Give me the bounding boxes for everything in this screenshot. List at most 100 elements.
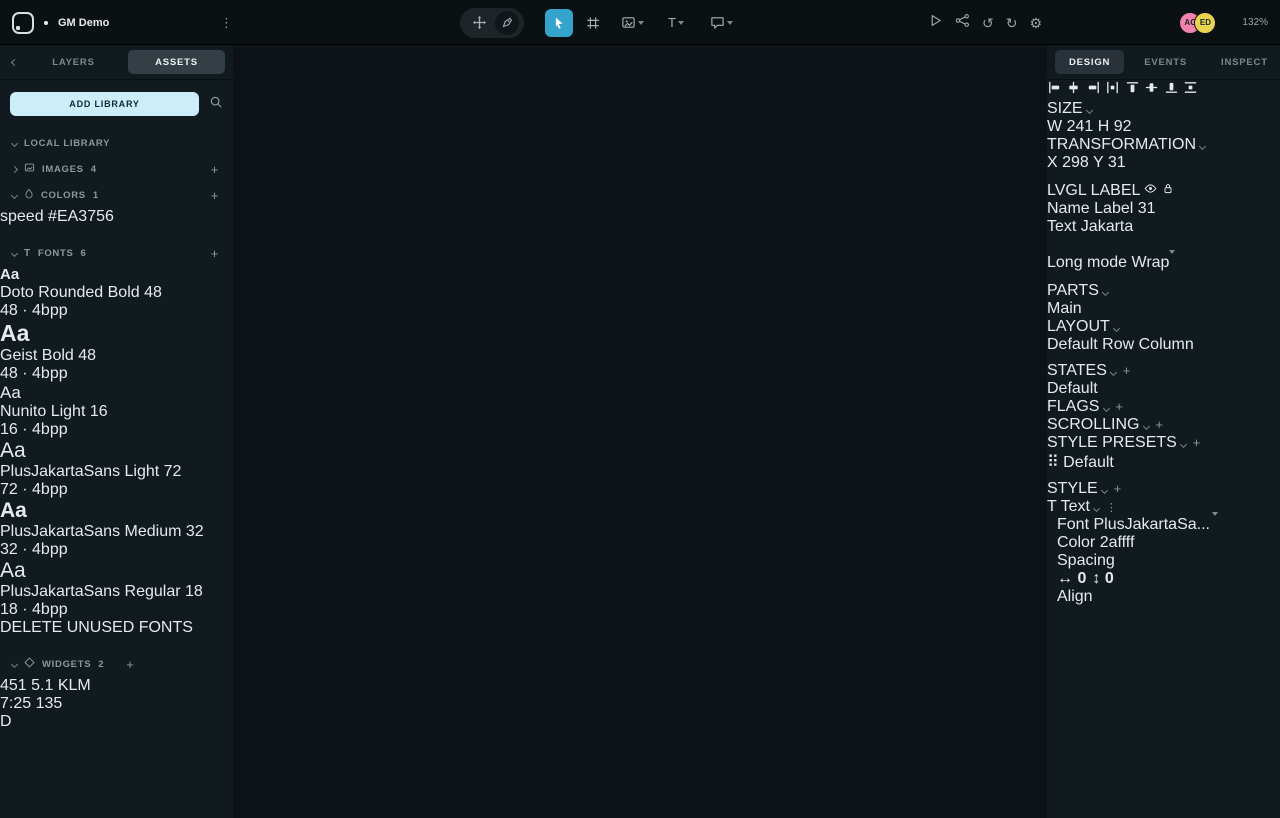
- width-input[interactable]: W 241: [1047, 118, 1098, 135]
- height-input[interactable]: H 92: [1098, 118, 1132, 135]
- avatar[interactable]: ED: [1194, 12, 1216, 34]
- style-color-input[interactable]: 2affff: [1100, 534, 1135, 551]
- add-flag-button[interactable]: +: [1113, 399, 1125, 414]
- section-widgets[interactable]: WIDGETS 2 +: [0, 651, 233, 677]
- section-local-library[interactable]: LOCAL LIBRARY: [0, 130, 233, 156]
- section-style-presets[interactable]: STYLE PRESETS +: [1047, 434, 1280, 452]
- pen-tool-icon[interactable]: [495, 11, 519, 35]
- style-group-text[interactable]: T Text ⋮: [1047, 498, 1280, 516]
- align-left-icon[interactable]: [1047, 82, 1062, 99]
- font-preview: Aa: [0, 320, 29, 346]
- add-style-preset-button[interactable]: +: [1191, 435, 1203, 450]
- section-transformation[interactable]: TRANSFORMATION: [1047, 136, 1280, 154]
- layout-option-column[interactable]: Column: [1139, 336, 1194, 353]
- section-flags[interactable]: FLAGS +: [1047, 398, 1280, 416]
- font-item[interactable]: Aa PlusJakartaSans Medium 32 32 · 4bpp: [0, 499, 233, 559]
- back-chevron-icon[interactable]: [11, 58, 18, 65]
- align-center-vertical-icon[interactable]: [1144, 82, 1159, 99]
- tab-inspect[interactable]: INSPECT: [1207, 50, 1280, 74]
- color-item-speed[interactable]: speed #EA3756: [0, 208, 233, 226]
- style-preset-default[interactable]: ⠿ Default: [1047, 452, 1280, 472]
- comment-tool-icon[interactable]: [701, 9, 741, 37]
- state-default[interactable]: Default: [1047, 380, 1280, 398]
- drag-handle-icon[interactable]: ⠿: [1047, 454, 1059, 471]
- tab-design[interactable]: DESIGN: [1055, 50, 1124, 74]
- align-center-horizontal-icon[interactable]: [1066, 82, 1081, 99]
- section-images[interactable]: IMAGES 4 +: [0, 156, 233, 182]
- width-value: 241: [1067, 118, 1094, 135]
- section-states[interactable]: STATES +: [1047, 362, 1280, 380]
- font-name: Geist Bold 48: [0, 347, 233, 365]
- letter-spacing-input[interactable]: ↔ 0: [1057, 570, 1086, 588]
- font-item[interactable]: Aa Doto Rounded Bold 48 48 · 4bpp: [0, 266, 233, 320]
- widget-card-gauge-2[interactable]: 7:25 135 D: [0, 695, 233, 731]
- long-mode-dropdown[interactable]: Wrap: [1132, 254, 1176, 271]
- line-spacing-input[interactable]: ↕ 0: [1092, 570, 1113, 588]
- x-input[interactable]: X 298: [1047, 154, 1093, 171]
- font-meta: 16 · 4bpp: [0, 421, 233, 439]
- section-scrolling[interactable]: SCROLLING +: [1047, 416, 1280, 434]
- add-image-button[interactable]: +: [209, 162, 221, 177]
- align-right-icon[interactable]: [1086, 82, 1101, 99]
- text-input[interactable]: Jakarta: [1081, 218, 1133, 235]
- share-icon[interactable]: [955, 13, 970, 33]
- section-fonts[interactable]: T FONTS 6 +: [0, 240, 233, 266]
- section-style[interactable]: STYLE +: [1047, 480, 1280, 498]
- eye-icon[interactable]: [1144, 182, 1157, 199]
- distribute-vertical-icon[interactable]: [1183, 82, 1198, 99]
- gauge-value: 451: [0, 677, 27, 694]
- select-tool-icon[interactable]: [545, 9, 573, 37]
- delete-unused-fonts-button[interactable]: DELETE UNUSED FONTS: [0, 619, 233, 637]
- y-input[interactable]: Y 31: [1093, 154, 1126, 171]
- add-scrolling-button[interactable]: +: [1153, 417, 1165, 432]
- play-button[interactable]: [928, 13, 943, 33]
- part-chip-main[interactable]: Main: [1047, 300, 1082, 317]
- image-tool-icon[interactable]: [613, 9, 651, 37]
- lock-icon[interactable]: [1162, 182, 1174, 199]
- line-spacing-icon: ↕: [1092, 570, 1100, 587]
- section-size[interactable]: SIZE: [1047, 100, 1280, 118]
- search-icon[interactable]: [209, 95, 223, 114]
- settings-gear-icon[interactable]: ⚙: [1029, 16, 1042, 30]
- widget-card-gauge-1[interactable]: 451 5.1 KLM: [0, 677, 233, 695]
- name-input[interactable]: Label 31: [1094, 200, 1155, 217]
- add-style-button[interactable]: +: [1112, 481, 1124, 496]
- add-state-button[interactable]: +: [1121, 363, 1133, 378]
- font-item[interactable]: Aa Nunito Light 16 16 · 4bpp: [0, 383, 233, 439]
- section-label: SCROLLING: [1047, 416, 1139, 433]
- distribute-horizontal-icon[interactable]: [1105, 82, 1120, 99]
- text-tool-icon[interactable]: T: [657, 9, 695, 37]
- section-layout[interactable]: LAYOUT: [1047, 318, 1280, 336]
- font-preview: Aa: [0, 266, 19, 283]
- font-item[interactable]: Aa PlusJakartaSans Regular 18 18 · 4bpp: [0, 559, 233, 619]
- move-tool-icon[interactable]: [465, 9, 493, 37]
- chevron-down-icon[interactable]: [678, 21, 684, 25]
- align-top-icon[interactable]: [1125, 82, 1140, 99]
- tab-events[interactable]: EVENTS: [1130, 50, 1201, 74]
- font-item[interactable]: Aa Geist Bold 48 48 · 4bpp: [0, 320, 233, 383]
- tab-layers[interactable]: LAYERS: [25, 50, 122, 74]
- tab-assets[interactable]: ASSETS: [128, 50, 225, 74]
- style-font-dropdown[interactable]: PlusJakartaSa...: [1093, 516, 1218, 533]
- section-colors[interactable]: COLORS 1 +: [0, 182, 233, 208]
- sync-icon[interactable]: ↻: [1006, 16, 1018, 30]
- history-icon[interactable]: ↺: [982, 16, 994, 30]
- font-item[interactable]: Aa PlusJakartaSans Light 72 72 · 4bpp: [0, 439, 233, 499]
- app-logo[interactable]: [12, 12, 34, 34]
- add-color-button[interactable]: +: [209, 188, 221, 203]
- chevron-down-icon[interactable]: [638, 21, 644, 25]
- section-parts[interactable]: PARTS: [1047, 282, 1280, 300]
- align-bottom-icon[interactable]: [1164, 82, 1179, 99]
- add-library-button[interactable]: ADD LIBRARY: [10, 92, 199, 116]
- layout-option-row[interactable]: Row: [1102, 336, 1134, 353]
- frame-tool-icon[interactable]: [579, 9, 607, 37]
- add-widget-button[interactable]: +: [124, 657, 136, 672]
- chevron-down-icon[interactable]: [727, 21, 733, 25]
- layout-option-default[interactable]: Default: [1047, 336, 1098, 353]
- section-label: STYLE PRESETS: [1047, 434, 1177, 451]
- project-menu[interactable]: ⋮: [216, 0, 237, 45]
- add-font-button[interactable]: +: [209, 246, 221, 261]
- kebab-menu-icon[interactable]: ⋮: [216, 15, 237, 31]
- zoom-level[interactable]: 132%: [1242, 17, 1268, 28]
- style-kebab-icon[interactable]: ⋮: [1104, 502, 1119, 514]
